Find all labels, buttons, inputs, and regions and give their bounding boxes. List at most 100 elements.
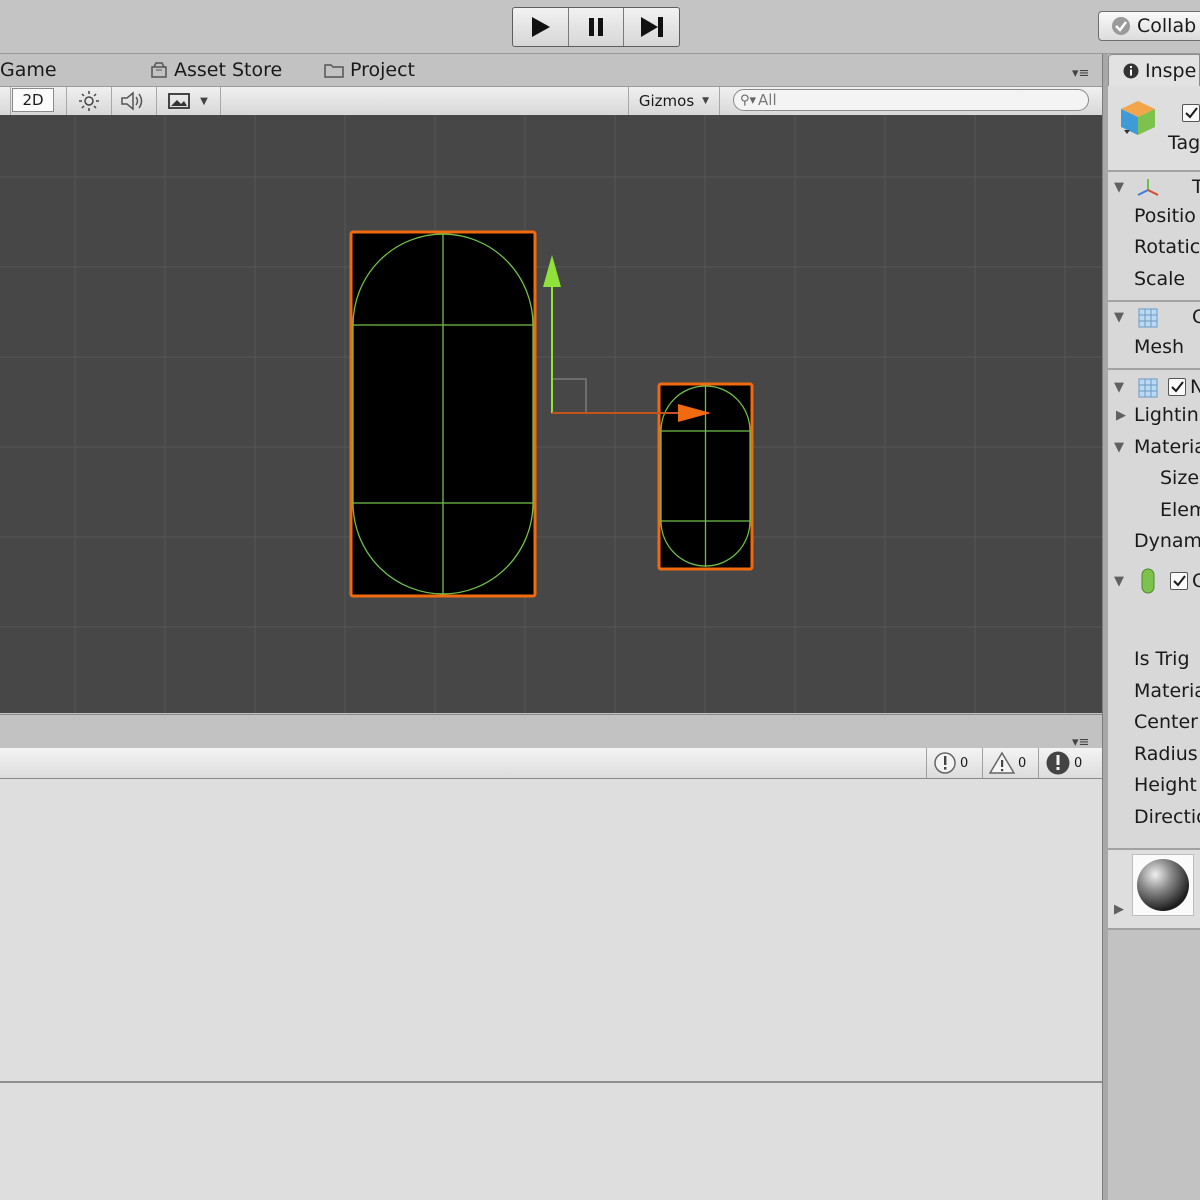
tab-game-label: Game — [0, 59, 57, 81]
inspector-tab-label: Inspe — [1145, 59, 1197, 82]
tab-inspector[interactable]: Inspe — [1108, 54, 1200, 86]
collider-header-label: C — [1192, 570, 1200, 592]
mesh-renderer-foldout-icon[interactable]: ▼ — [1114, 380, 1124, 395]
check-icon — [1185, 107, 1198, 119]
gizmos-chevron-icon: ▼ — [702, 96, 710, 106]
element-label: Elem — [1160, 499, 1200, 521]
scene-grid — [0, 115, 1102, 713]
material-preview-section: ▶ — [1108, 850, 1200, 930]
mode-2d-label: 2D — [22, 91, 44, 109]
scene-search-input[interactable]: ⚲▾ All — [733, 89, 1089, 111]
mesh-label: Mesh — [1134, 336, 1185, 358]
collider-foldout-icon[interactable]: ▼ — [1114, 574, 1124, 589]
folder-icon — [324, 64, 344, 78]
mesh-filter-header-label: C — [1192, 306, 1200, 328]
console-splitter[interactable] — [0, 1081, 1102, 1083]
pause-icon — [589, 18, 603, 36]
check-icon — [1173, 575, 1186, 587]
play-icon — [532, 17, 551, 37]
collab-label: Collab — [1137, 15, 1197, 37]
scale-label: Scale — [1134, 268, 1186, 290]
size-label: Size — [1160, 467, 1200, 489]
inspector-info-icon — [1123, 63, 1139, 78]
gizmo-plane-handle[interactable] — [551, 378, 587, 414]
mesh-renderer-enabled-checkbox[interactable] — [1168, 378, 1186, 396]
transform-axes-icon — [1137, 179, 1159, 196]
material-preview-thumbnail[interactable] — [1132, 854, 1194, 916]
console-log-area[interactable] — [0, 779, 1102, 1200]
mesh-filter-component: ▼ C Mesh — [1108, 302, 1200, 370]
scene-toolbar-edge — [0, 87, 11, 115]
lighting-toggle[interactable] — [66, 87, 112, 115]
mesh-grid-icon — [1138, 308, 1158, 328]
info-filter-toggle[interactable]: 0 — [926, 748, 980, 778]
is-trigger-label: Is Trig — [1134, 648, 1190, 670]
scene-view[interactable] — [0, 115, 1102, 713]
collider-material-label: Materia — [1134, 680, 1200, 702]
error-count: 0 — [1074, 755, 1083, 771]
radius-label: Radius — [1134, 743, 1198, 765]
effects-toggle[interactable]: ▼ — [156, 87, 221, 115]
direction-label: Directio — [1134, 806, 1200, 828]
tab-game[interactable]: Game — [0, 54, 57, 86]
capsule-collider-component: ▼ C Is Trig Materia Center Radius Height… — [1108, 562, 1200, 850]
scene-canvas[interactable] — [0, 115, 1102, 713]
console-toolbar: 0 0 0 — [0, 748, 1102, 779]
tab-asset-store[interactable]: Asset Store — [150, 54, 282, 86]
image-icon — [168, 93, 191, 109]
mode-2d-button[interactable]: 2D — [12, 88, 54, 112]
error-icon — [1046, 751, 1070, 775]
material-sphere-icon — [1137, 859, 1189, 911]
scene-toolbar: 2D ▼ Gizmos ▼ ⚲▾ All — [0, 86, 1102, 116]
capsule-object-large[interactable] — [349, 230, 537, 598]
tab-asset-store-label: Asset Store — [174, 59, 283, 81]
step-icon — [640, 17, 663, 37]
gizmos-dropdown[interactable]: Gizmos ▼ — [628, 87, 720, 115]
step-button[interactable] — [624, 8, 679, 46]
asset-store-icon — [151, 62, 167, 78]
audio-toggle[interactable] — [110, 87, 157, 115]
chevron-down-icon: ▼ — [200, 95, 208, 107]
material-preview-foldout-icon[interactable]: ▶ — [1114, 902, 1124, 917]
tab-project[interactable]: Project — [324, 54, 415, 86]
play-button[interactable] — [513, 8, 569, 46]
materials-foldout-icon[interactable]: ▼ — [1114, 440, 1124, 455]
mesh-renderer-icon — [1138, 378, 1158, 398]
warning-icon — [989, 751, 1015, 774]
gizmos-label: Gizmos — [638, 92, 695, 110]
height-label: Height — [1134, 774, 1197, 796]
mesh-filter-foldout-icon[interactable]: ▼ — [1114, 310, 1124, 325]
object-active-checkbox[interactable] — [1182, 104, 1200, 122]
mesh-renderer-header-label: N — [1190, 376, 1200, 398]
dynamic-label: Dynam — [1134, 530, 1200, 552]
capsule-collider-icon — [1141, 568, 1155, 594]
search-icon: ⚲▾ — [740, 92, 757, 108]
collider-enabled-checkbox[interactable] — [1170, 572, 1188, 590]
center-label: Center — [1134, 711, 1198, 733]
error-filter-toggle[interactable]: 0 — [1038, 748, 1092, 778]
main-toolbar: Collab — [0, 0, 1200, 54]
rotation-label: Rotatic — [1134, 236, 1200, 258]
materials-label: Materia — [1134, 436, 1200, 458]
collab-check-icon — [1112, 17, 1130, 35]
play-controls — [512, 7, 680, 47]
collab-button[interactable]: Collab — [1098, 11, 1200, 41]
warning-filter-toggle[interactable]: 0 — [982, 748, 1036, 778]
panel-menu-icon[interactable]: ▾≡ — [1072, 66, 1089, 81]
search-placeholder: All — [758, 91, 777, 109]
position-label: Positio — [1134, 205, 1196, 227]
pause-button[interactable] — [569, 8, 625, 46]
warning-count: 0 — [1018, 755, 1027, 771]
speaker-icon — [121, 91, 143, 111]
info-count: 0 — [960, 755, 969, 771]
console-tab-bar: ▾≡ — [0, 714, 1102, 750]
tag-label: Tag — [1168, 132, 1200, 154]
transform-foldout-icon[interactable]: ▼ — [1114, 180, 1124, 195]
tab-project-label: Project — [350, 59, 416, 81]
gizmo-y-arrow[interactable] — [543, 255, 561, 287]
info-icon — [934, 752, 956, 774]
lighting-foldout-icon[interactable]: ▶ — [1116, 408, 1126, 423]
inspector-panel: Inspe Tag ▼ T Positio Rotatic Scale ▼ C … — [1108, 54, 1200, 1200]
gameobject-cube-icon — [1121, 101, 1155, 135]
object-header: Tag — [1108, 86, 1200, 172]
